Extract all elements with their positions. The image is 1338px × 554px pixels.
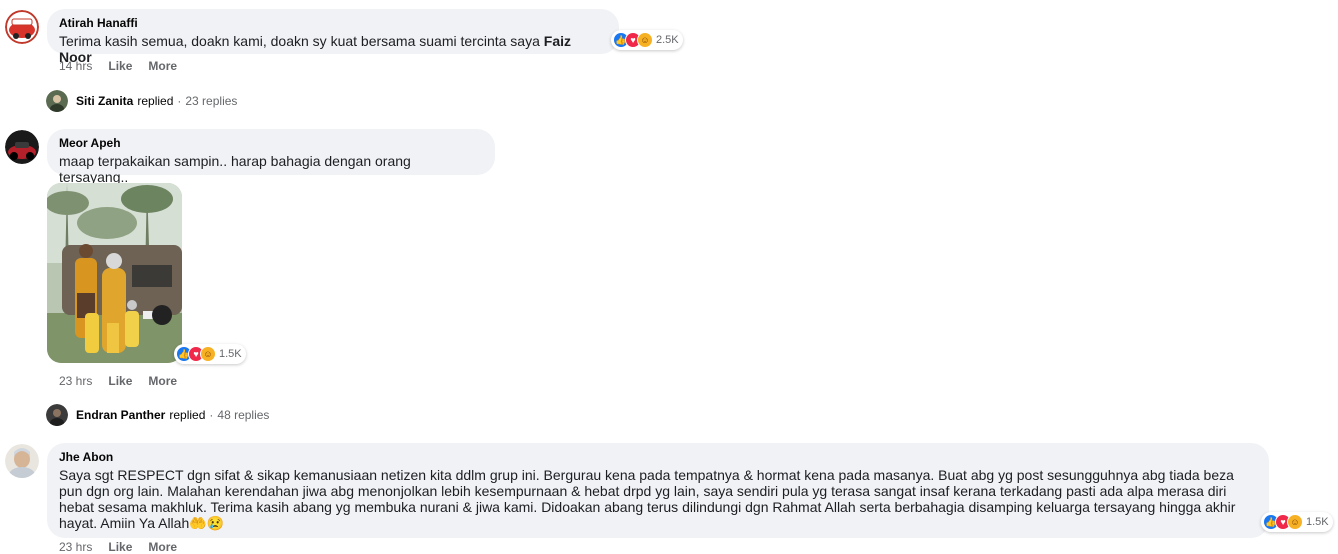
timestamp[interactable]: 23 hrs bbox=[59, 540, 92, 554]
reply-author: Siti Zanita bbox=[76, 94, 134, 108]
reply-count: 23 replies bbox=[185, 94, 238, 108]
comment-bubble: Meor Apeh maap terpakaikan sampin.. hara… bbox=[47, 129, 495, 185]
separator: · bbox=[177, 94, 182, 108]
comment-text: maap terpakaikan sampin.. harap bahagia … bbox=[59, 153, 411, 185]
reaction-count: 1.5K bbox=[1306, 516, 1329, 528]
comment-author[interactable]: Jhe Abon bbox=[59, 449, 1257, 465]
reply-verb: replied bbox=[169, 408, 206, 422]
emoji: 🤲😢 bbox=[189, 515, 225, 531]
comment-photo[interactable] bbox=[47, 183, 182, 363]
reply-verb: replied bbox=[137, 94, 174, 108]
avatar[interactable] bbox=[5, 444, 39, 478]
timestamp[interactable]: 23 hrs bbox=[59, 374, 92, 388]
comment-actions: 23 hrs Like More bbox=[59, 374, 193, 388]
comment-bubble: Jhe Abon Saya sgt RESPECT dgn sifat & si… bbox=[47, 443, 1269, 538]
avatar bbox=[46, 404, 68, 426]
comment-actions: 14 hrs Like More bbox=[59, 59, 193, 73]
replies-link[interactable]: Endran Panther replied · 48 replies bbox=[46, 404, 269, 426]
reply-count: 48 replies bbox=[217, 408, 270, 422]
comment-author[interactable]: Meor Apeh bbox=[59, 135, 483, 151]
comment-author[interactable]: Atirah Hanaffi bbox=[59, 15, 607, 31]
reaction-count: 1.5K bbox=[219, 348, 242, 360]
like-button[interactable]: Like bbox=[108, 540, 132, 554]
reply-author: Endran Panther bbox=[76, 408, 166, 422]
like-button[interactable]: Like bbox=[108, 59, 132, 73]
reaction-summary[interactable]: 👍 ♥ ☺ 1.5K bbox=[1261, 512, 1333, 532]
more-button[interactable]: More bbox=[148, 374, 177, 388]
replies-link[interactable]: Siti Zanita replied · 23 replies bbox=[46, 90, 237, 112]
timestamp[interactable]: 14 hrs bbox=[59, 59, 92, 73]
comment-text: Saya sgt RESPECT dgn sifat & sikap keman… bbox=[59, 467, 1236, 531]
care-icon: ☺ bbox=[637, 32, 653, 48]
separator: · bbox=[209, 408, 214, 422]
reaction-summary[interactable]: 👍 ♥ ☺ 2.5K bbox=[611, 30, 683, 50]
more-button[interactable]: More bbox=[148, 540, 177, 554]
comment-bubble: Atirah Hanaffi Terima kasih semua, doakn… bbox=[47, 9, 619, 65]
reaction-summary[interactable]: 👍 ♥ ☺ 1.5K bbox=[174, 344, 246, 364]
comment-actions: 23 hrs Like More bbox=[59, 540, 193, 554]
avatar[interactable] bbox=[5, 130, 39, 164]
reaction-count: 2.5K bbox=[656, 34, 679, 46]
more-button[interactable]: More bbox=[148, 59, 177, 73]
like-button[interactable]: Like bbox=[108, 374, 132, 388]
avatar bbox=[46, 90, 68, 112]
avatar[interactable] bbox=[5, 10, 39, 44]
care-icon: ☺ bbox=[200, 346, 216, 362]
care-icon: ☺ bbox=[1287, 514, 1303, 530]
